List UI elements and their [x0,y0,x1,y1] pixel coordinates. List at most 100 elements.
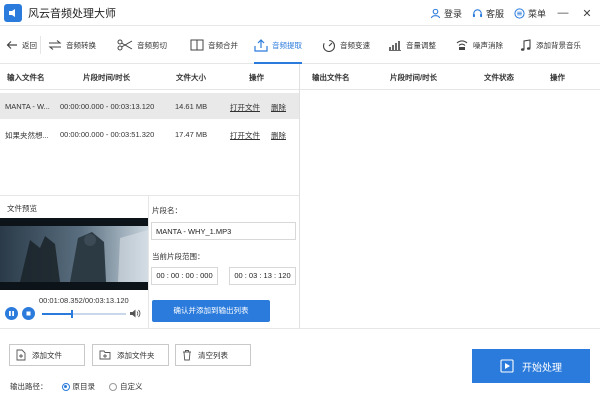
add-file-label: 添加文件 [32,350,62,360]
column-header: 文件大小 [176,73,206,82]
column-header: 片段时间/时长 [83,73,131,82]
delete-link[interactable]: 删除 [271,102,286,113]
segment-time: 00:00:00.000 - 00:03:51.320 [60,130,155,139]
segment-time: 00:00:00.000 - 00:03:13.120 [60,102,155,111]
tab-audio-convert[interactable]: 音频转换 [48,26,96,64]
preview-form-divider [148,196,149,328]
app-title: 风云音频处理大师 [28,7,116,20]
stop-icon [26,311,31,316]
tab-label: 音频变速 [340,40,370,50]
tab-label: 噪声消除 [473,40,503,50]
pause-button[interactable] [5,307,18,320]
radio-dot [109,382,117,391]
tab-volume-adjust[interactable]: 音量调整 [388,26,436,64]
minimize-button[interactable]: — [556,7,570,19]
column-header: 输入文件名 [7,73,45,82]
volume-icon[interactable] [129,308,141,319]
service-label: 客服 [485,8,504,19]
column-header: 片段时间/时长 [390,73,438,82]
column-header: 输出文件名 [312,73,350,82]
menu-button[interactable]: 菜单 [514,7,546,20]
playback-progress-bar[interactable] [42,310,126,318]
file-size: 17.47 MB [175,130,208,139]
stop-button[interactable] [22,307,35,320]
table-row[interactable]: MANTA - W... 00:00:00.000 - 00:03:13.120… [0,93,299,119]
radio-custom-directory[interactable]: 自定义 [109,381,143,392]
segment-name-input[interactable] [151,222,296,240]
merge-icon [190,39,204,51]
file-name: MANTA - W... [5,102,50,111]
toolbar-divider [40,36,41,54]
noise-icon [456,40,468,50]
playback-time: 00:01:08.352/00:03:13.120 [39,296,129,305]
toolbar: 返回 音频转换 音频剪切 音频合并 音频提取 音频变速 音量调整 噪声消除 添加… [0,26,600,64]
tab-audio-merge[interactable]: 音频合并 [190,26,238,64]
tab-audio-speed[interactable]: 音频变速 [322,26,370,64]
add-folder-button[interactable]: 添加文件夹 [92,344,169,366]
menu-icon [514,7,525,19]
radio-original-directory[interactable]: 原目录 [61,381,96,392]
add-file-icon [16,349,26,361]
convert-icon [48,40,62,50]
tab-label: 添加背景音乐 [536,40,581,50]
delete-link[interactable]: 删除 [271,130,286,141]
tab-add-bg-music[interactable]: 添加背景音乐 [520,26,581,64]
tab-label: 音频剪切 [137,40,167,50]
back-button[interactable]: 返回 [6,26,37,64]
input-table-header: 输入文件名 片段时间/时长 文件大小 操作 [0,64,299,90]
column-header: 操作 [249,73,264,82]
extract-icon [254,38,268,52]
menu-label: 菜单 [527,8,546,19]
pause-icon [9,311,14,316]
file-size: 14.61 MB [175,102,208,111]
close-button[interactable]: ✕ [580,7,594,20]
music-note-icon [520,38,531,51]
speed-icon [322,39,336,52]
video-frame-image [0,218,148,290]
start-time-input[interactable]: 00 : 00 : 00 : 000 [151,267,218,285]
column-header: 文件状态 [484,73,514,82]
headset-icon [472,8,483,17]
video-preview[interactable] [0,218,148,290]
progress-fill [42,313,72,315]
output-path-label: 输出路径： [10,382,48,391]
table-row[interactable]: 如果夹然想... 00:00:00.000 - 00:03:51.320 17.… [0,121,299,147]
bottom-divider [0,328,600,329]
tab-label: 音量调整 [406,40,436,50]
open-file-link[interactable]: 打开文件 [230,130,260,141]
login-button[interactable]: 登录 [430,7,462,20]
start-processing-label: 开始处理 [522,362,562,374]
clear-list-button[interactable]: 清空列表 [175,344,251,366]
radio-dot [61,382,70,391]
clear-list-label: 清空列表 [198,350,228,360]
table-divider [299,64,300,328]
play-icon [500,359,514,373]
column-header: 操作 [550,73,565,82]
tab-noise-removal[interactable]: 噪声消除 [455,26,503,64]
scissors-icon [117,39,133,51]
progress-handle[interactable] [70,310,73,318]
segment-range-label: 当前片段范围： [152,252,205,261]
start-processing-button[interactable]: 开始处理 [472,349,590,383]
tab-audio-cut[interactable]: 音频剪切 [117,26,167,64]
app-logo-icon [4,3,22,22]
preview-divider [0,195,299,196]
add-file-button[interactable]: 添加文件 [9,344,85,366]
file-name: 如果夹然想... [5,131,49,140]
tab-label: 音频转换 [66,40,96,50]
tab-audio-extract[interactable]: 音频提取 [254,26,302,64]
radio-label: 原目录 [72,382,96,391]
login-label: 登录 [443,8,462,19]
user-icon [430,8,441,18]
output-table-header: 输出文件名 片段时间/时长 文件状态 操作 [300,64,600,90]
back-arrow-icon [6,41,17,49]
confirm-add-to-output-button[interactable]: 确认并添加到输出列表 [152,300,270,322]
title-bar: 风云音频处理大师 登录 客服 菜单 — ✕ [0,0,600,26]
service-button[interactable]: 客服 [472,7,504,20]
preview-label: 文件预览 [7,204,37,213]
tab-label: 音频合并 [208,40,238,50]
output-path-row: 输出路径： 原目录 自定义 [10,381,143,392]
end-time-input[interactable]: 00 : 03 : 13 : 120 [229,267,296,285]
open-file-link[interactable]: 打开文件 [230,102,260,113]
radio-label: 自定义 [120,382,143,391]
